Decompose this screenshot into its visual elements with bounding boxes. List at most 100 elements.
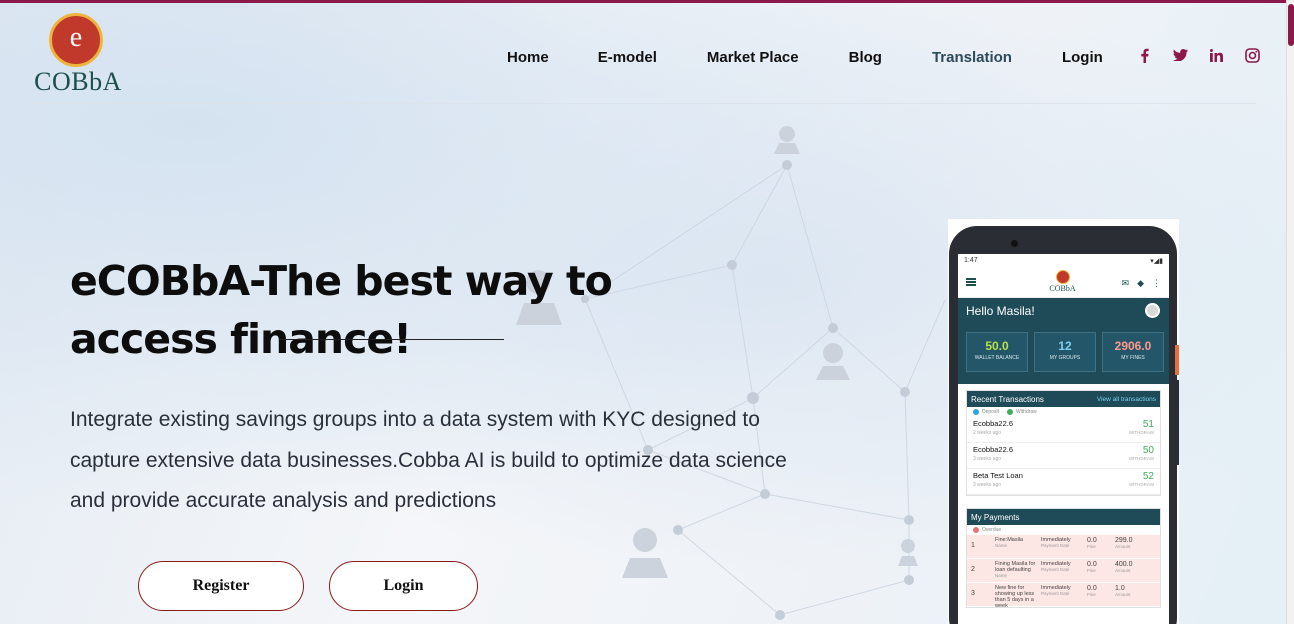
payment-row: 3 New fine for showing up less than 5 da… — [967, 583, 1160, 609]
wallet-stat: 50.0 WALLET BALANCE — [966, 332, 1028, 372]
social-links — [1136, 47, 1260, 63]
card-header: Recent Transactions View all transaction… — [967, 391, 1160, 407]
payment-num: 3 — [971, 590, 975, 597]
payment-fine: 0.0 — [1087, 561, 1097, 568]
scrollbar[interactable] — [1286, 0, 1294, 624]
txn-date: 3 weeks ago — [973, 482, 1002, 488]
phone-screen: 1:47 ▾◢▮ COBbA ✉ ◆ ⋮ Hello Masila! 50.0 … — [958, 254, 1169, 624]
recent-transactions-card: Recent Transactions View all transaction… — [966, 390, 1161, 496]
overdue-dot — [973, 527, 979, 533]
col-label: Amount — [1115, 544, 1131, 549]
nav-blog[interactable]: Blog — [849, 49, 882, 66]
payment-row: 1 Fine:Masila Name Immediately Payment Dat… — [967, 535, 1160, 559]
app-bar-icons: ✉ ◆ ⋮ — [1114, 278, 1161, 289]
linkedin-icon[interactable] — [1208, 47, 1224, 63]
bell-icon: ◆ — [1137, 278, 1144, 288]
txn-type: WITHDRAW — [1128, 430, 1154, 435]
more-icon: ⋮ — [1152, 278, 1161, 288]
card-title: My Payments — [971, 512, 1020, 522]
status-bar: 1:47 ▾◢▮ — [958, 254, 1169, 268]
stat-value: 50.0 — [985, 339, 1009, 353]
col-label: Amount — [1115, 592, 1131, 597]
col-label: Fine — [1087, 544, 1096, 549]
hero-title: eCOBbA-The best way to access finance! — [70, 257, 613, 363]
col-label: Name — [995, 573, 1008, 578]
instagram-icon[interactable] — [1244, 47, 1260, 63]
txn-name: Ecobba22.6 — [973, 445, 1014, 454]
hero-description: Integrate existing savings groups into a… — [70, 408, 787, 512]
legend-label: Withdraw — [1015, 409, 1037, 415]
nav-e-model[interactable]: E-model — [598, 49, 657, 66]
txn-date: 3 weeks ago — [973, 456, 1002, 462]
stat-label: MY FINES — [1121, 355, 1145, 361]
transaction-legend: Deposit Withdraw — [967, 407, 1160, 417]
nav-market-place[interactable]: Market Place — [707, 49, 799, 66]
overdue-label: Overdue — [982, 527, 1002, 533]
phone-camera — [1011, 240, 1018, 247]
app-logo: COBbA — [1040, 270, 1085, 293]
facebook-icon[interactable] — [1136, 47, 1152, 63]
transaction-row: Beta Test Loan 3 weeks ago 52 WITHDRAW — [967, 469, 1160, 495]
transaction-row: Ecobba22.6 3 weeks ago 50 WITHDRAW — [967, 443, 1160, 469]
col-label: Name — [995, 543, 1008, 548]
logo-letter: e — [69, 22, 83, 53]
payment-amount: 400.0 — [1115, 561, 1133, 568]
phone-power-button — [1175, 345, 1179, 375]
legend-label: Deposit — [982, 409, 999, 415]
payment-fine: 0.0 — [1087, 585, 1097, 592]
twitter-icon[interactable] — [1172, 47, 1188, 63]
register-button[interactable]: Register — [138, 561, 304, 611]
nav-login[interactable]: Login — [1062, 49, 1103, 66]
card-header: My Payments — [967, 509, 1160, 525]
status-time: 1:47 — [964, 257, 978, 264]
cobba-logo[interactable]: e COBbA — [28, 11, 128, 97]
payment-amount: 1.0 — [1115, 585, 1125, 592]
payment-amount: 299.0 — [1115, 537, 1133, 544]
phone-volume-button — [1175, 380, 1179, 465]
login-button[interactable]: Login — [329, 561, 478, 611]
payments-card: My Payments Overdue 1 Fine:Masila Name Im… — [966, 508, 1161, 609]
mail-icon: ✉ — [1121, 278, 1130, 288]
txn-type: WITHDRAW — [1128, 456, 1154, 461]
view-all-link: View all transactions — [1096, 395, 1156, 403]
title-underline — [279, 339, 504, 340]
col-label: Fine — [1087, 592, 1096, 597]
transaction-row: Ecobba22.6 2 weeks ago 51 WITHDRAW — [967, 417, 1160, 443]
avatar — [1145, 303, 1160, 318]
status-icons: ▾◢▮ — [1150, 258, 1163, 265]
col-label: Amount — [1115, 568, 1131, 573]
stat-value: 2906.0 — [1114, 339, 1152, 353]
groups-stat: 12 MY GROUPS — [1034, 332, 1096, 372]
col-label: Payment Date — [1041, 591, 1070, 596]
payment-num: 1 — [971, 542, 975, 549]
menu-icon — [966, 278, 976, 286]
logo-text: COBbA — [34, 67, 122, 96]
app-logo-emblem — [1055, 270, 1070, 284]
payment-name: Fining Masila for loan defaulting — [995, 561, 1036, 573]
txn-type: WITHDRAW — [1128, 482, 1154, 487]
greeting: Hello Masila! — [966, 304, 1035, 318]
scrollbar-thumb[interactable] — [1288, 4, 1294, 46]
payment-name: New fine for showing up less than 5 days… — [995, 585, 1035, 609]
stat-label: MY GROUPS — [1049, 355, 1081, 361]
app-logo-text: COBbA — [1049, 284, 1076, 293]
nav-home[interactable]: Home — [507, 49, 549, 66]
app-bar: COBbA ✉ ◆ ⋮ — [958, 268, 1169, 298]
payments-subtitle: Overdue — [967, 525, 1160, 535]
card-title: Recent Transactions — [971, 394, 1044, 404]
txn-amount: 52 — [1142, 471, 1154, 482]
stat-value: 12 — [1058, 339, 1072, 353]
payment-num: 2 — [971, 566, 975, 573]
main-nav: Home E-model Market Place Blog Translati… — [507, 47, 1103, 67]
legend-dot-withdraw — [1006, 409, 1013, 415]
txn-amount: 51 — [1142, 419, 1154, 430]
nav-translation[interactable]: Translation — [932, 49, 1012, 66]
stat-label: WALLET BALANCE — [974, 355, 1020, 361]
payment-row: 2 Fining Masila for loan defaulting Name … — [967, 559, 1160, 583]
logo-emblem: e — [49, 13, 103, 67]
payment-fine: 0.0 — [1087, 537, 1097, 544]
txn-amount: 50 — [1142, 445, 1154, 456]
txn-name: Ecobba22.6 — [973, 419, 1014, 428]
welcome-panel: Hello Masila! 50.0 WALLET BALANCE 12 MY … — [958, 298, 1169, 384]
fines-stat: 2906.0 MY FINES — [1102, 332, 1164, 372]
